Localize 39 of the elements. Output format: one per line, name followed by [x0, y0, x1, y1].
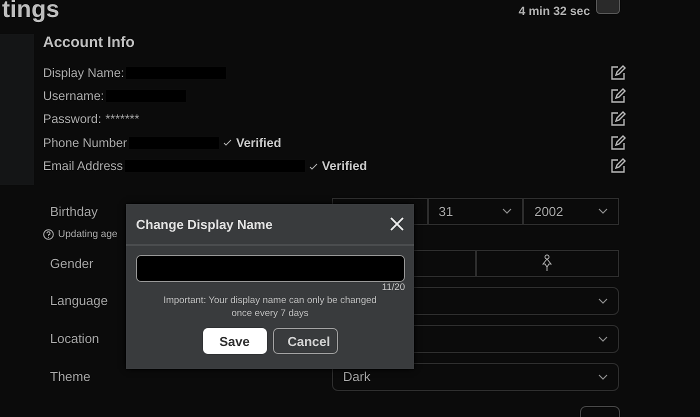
close-icon[interactable] [390, 217, 404, 231]
field-label: Username: [43, 89, 104, 104]
check-icon [223, 139, 232, 146]
section-title: Account Info [43, 34, 136, 51]
field-label: Location [50, 331, 100, 346]
verified-label: Verified [236, 136, 282, 150]
chevron-icon [598, 336, 608, 342]
save-button[interactable]: Save [202, 328, 266, 354]
field-label: Language [50, 293, 108, 308]
field-label: Birthday [50, 204, 98, 219]
check-icon [308, 162, 318, 170]
chevron-icon [598, 208, 608, 214]
input-field[interactable] [136, 255, 405, 282]
verified-label: Verified [322, 159, 368, 174]
chevron-icon [502, 208, 512, 214]
dialog-note: Important: Your display name can only be changed once every 7 days [162, 294, 378, 320]
edit-icon[interactable] [610, 111, 626, 128]
field-label: Password: [43, 112, 102, 126]
field-label: Phone Number [43, 136, 128, 150]
select-field[interactable]: 31 [428, 198, 524, 225]
edit-icon[interactable] [610, 64, 626, 81]
help-icon [43, 228, 54, 240]
cancel-button[interactable]: Cancel [272, 328, 338, 354]
field-label: Gender [50, 256, 94, 271]
edit-icon[interactable] [610, 134, 626, 151]
select-field[interactable]: 2002 [523, 198, 620, 225]
note-text: Updating age [58, 228, 118, 240]
chevron-icon [598, 298, 608, 304]
field-label: Email Address [43, 159, 123, 174]
person-icon [542, 254, 552, 272]
timer-text: 4 min 32 sec [518, 4, 590, 18]
field-label: Theme [50, 369, 90, 384]
dialog-title: Change Display Name [136, 216, 273, 232]
edit-icon[interactable] [610, 88, 626, 104]
field-label: Display Name: [43, 66, 124, 80]
field-value: ******* [105, 112, 140, 126]
edit-icon[interactable] [610, 158, 626, 174]
character-counter: 11/20 [380, 282, 405, 293]
chevron-icon [598, 374, 608, 380]
